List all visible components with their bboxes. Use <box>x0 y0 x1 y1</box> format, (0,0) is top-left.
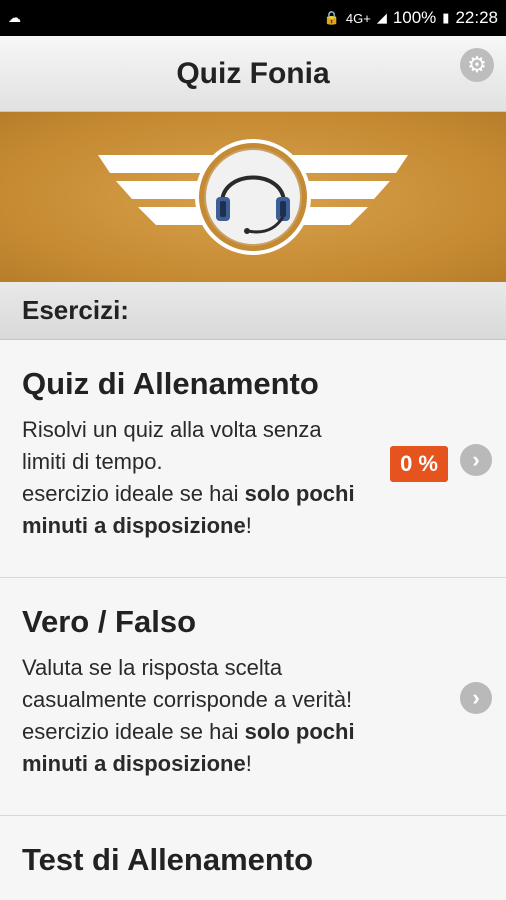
desc-text: esercizio ideale se hai <box>22 719 245 744</box>
chevron-right-icon[interactable]: › <box>460 682 492 714</box>
gear-icon: ⚙ <box>467 52 487 77</box>
progress-badge: 0 % <box>390 446 448 482</box>
desc-bold: solo pochi <box>244 481 355 506</box>
desc-line: minuti a disposizione! <box>22 510 436 542</box>
desc-text: esercizio ideale se hai <box>22 481 245 506</box>
desc-line: esercizio ideale se hai solo pochi <box>22 716 436 748</box>
desc-text: ! <box>245 513 252 538</box>
desc-text: ! <box>245 751 252 776</box>
list-item-test-allenamento[interactable]: Test di Allenamento <box>0 816 506 900</box>
chevron-right-icon[interactable]: › <box>460 444 492 476</box>
desc-bold: solo pochi <box>244 719 355 744</box>
item-title: Quiz di Allenamento <box>22 366 319 401</box>
item-title: Vero / Falso <box>22 604 197 639</box>
list-item-quiz-allenamento[interactable]: Quiz di Allenamento Risolvi un quiz alla… <box>0 340 506 578</box>
item-title: Test di Allenamento <box>22 842 314 877</box>
desc-line: minuti a disposizione! <box>22 748 436 780</box>
item-description: Valuta se la risposta scelta casualmente… <box>22 652 436 780</box>
desc-line: esercizio ideale se hai solo pochi <box>22 478 436 510</box>
battery-percent: 100% <box>392 8 437 27</box>
signal-icon: ◢ <box>376 10 387 25</box>
desc-line: Valuta se la risposta scelta <box>22 655 283 680</box>
desc-bold: minuti a disposizione <box>22 513 246 538</box>
banner <box>0 112 506 282</box>
lock-icon: 🔒 <box>323 10 340 25</box>
status-left: ☁ <box>8 9 324 27</box>
page-title: Quiz Fonia <box>176 56 330 90</box>
desc-bold: minuti a disposizione <box>22 751 246 776</box>
clock: 22:28 <box>455 8 498 27</box>
cloud-icon: ☁ <box>8 10 21 25</box>
app-header: Quiz Fonia ⚙ <box>0 36 506 112</box>
settings-button[interactable]: ⚙ <box>460 48 494 82</box>
desc-line: limiti di tempo. <box>22 449 163 474</box>
network-type: 4G+ <box>345 10 371 26</box>
desc-line: casualmente corrisponde a verità! <box>22 687 353 712</box>
battery-icon: ▮ <box>442 10 450 25</box>
list-item-vero-falso[interactable]: Vero / Falso Valuta se la risposta scelt… <box>0 578 506 816</box>
exercise-list: Quiz di Allenamento Risolvi un quiz alla… <box>0 340 506 900</box>
status-right: 🔒 4G+ ◢ 100% ▮ 22:28 <box>324 8 498 28</box>
status-bar: ☁ 🔒 4G+ ◢ 100% ▮ 22:28 <box>0 0 506 36</box>
section-label: Esercizi: <box>22 295 129 325</box>
winged-headset-logo <box>98 139 408 255</box>
item-description: Risolvi un quiz alla volta senza limiti … <box>22 414 436 542</box>
desc-line: Risolvi un quiz alla volta senza <box>22 417 322 442</box>
section-header: Esercizi: <box>0 282 506 340</box>
